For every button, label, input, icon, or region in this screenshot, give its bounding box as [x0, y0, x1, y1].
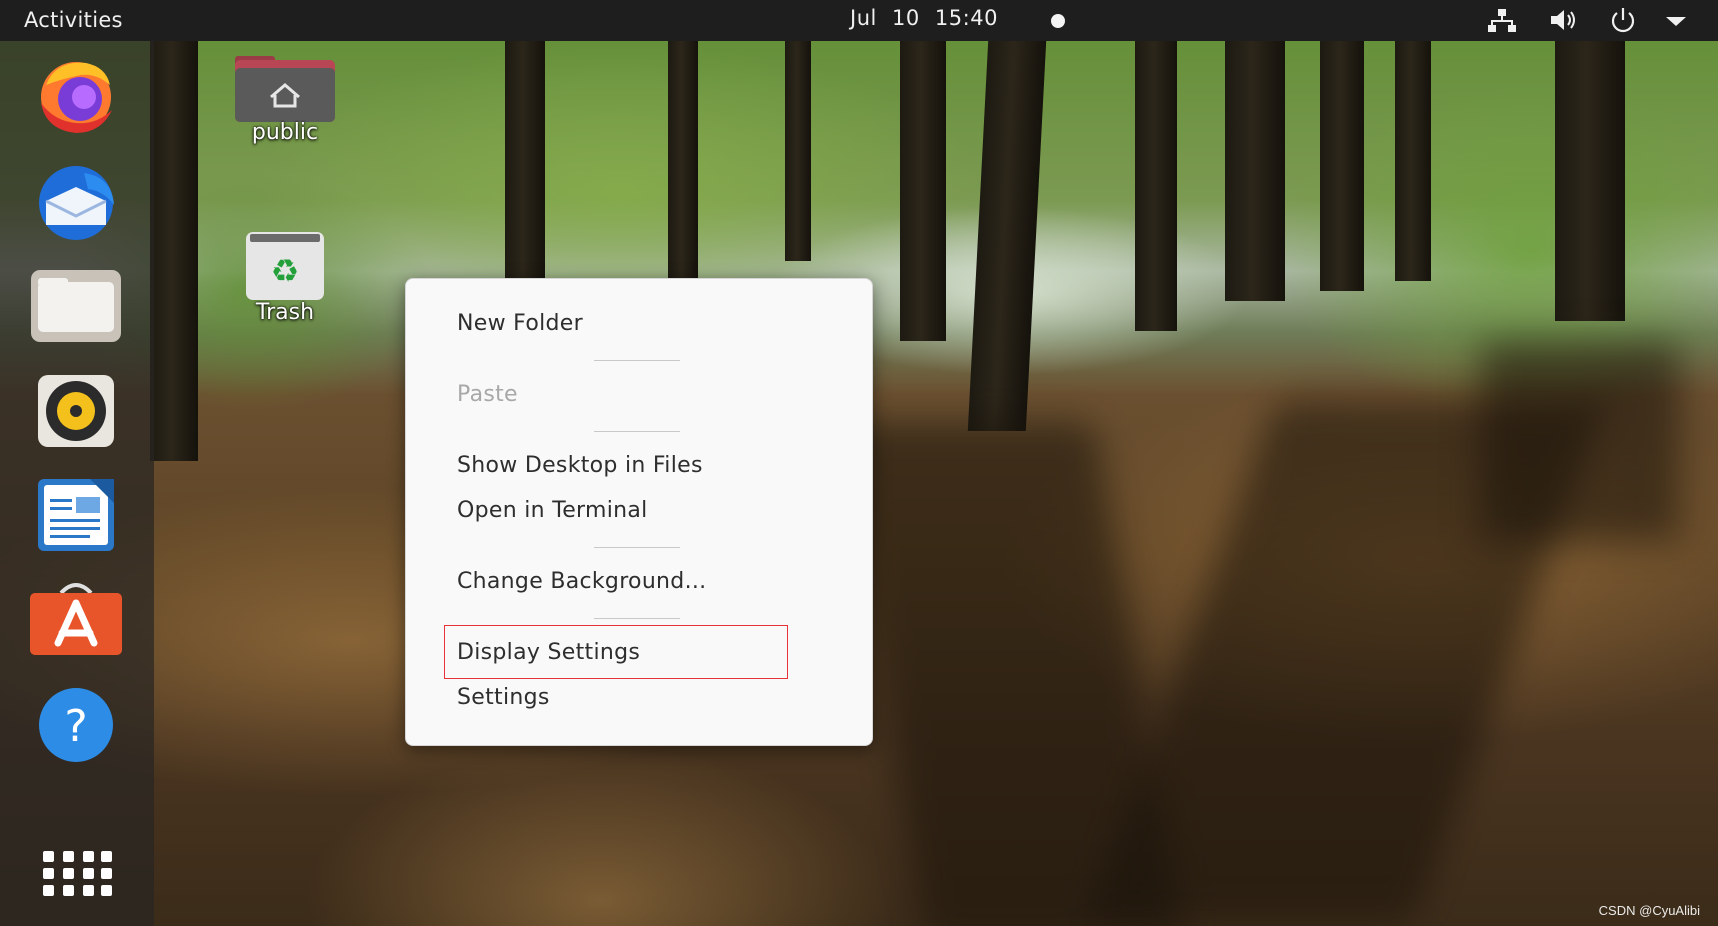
clock[interactable]: Jul 10 15:40 [850, 6, 998, 30]
tree-trunk [1320, 41, 1364, 291]
tree-trunk [1225, 41, 1285, 301]
trash-icon: ♻ [246, 232, 324, 300]
thunderbird-icon[interactable] [26, 161, 126, 241]
tree-trunk [1395, 41, 1431, 281]
watermark: CSDN @CyuAlibi [1598, 903, 1700, 918]
svg-text:♻: ♻ [271, 252, 300, 290]
desktop-icon-label: Trash [255, 300, 315, 325]
menu-item-display-settings[interactable]: Display Settings [457, 640, 640, 665]
menu-separator [594, 547, 680, 548]
svg-text:?: ? [64, 701, 87, 752]
help-icon[interactable]: ? [26, 683, 126, 763]
desktop-icon-public[interactable]: public [225, 54, 345, 154]
menu-item-open-in-terminal[interactable]: Open in Terminal [457, 498, 648, 523]
activities-button[interactable]: Activities [24, 8, 123, 32]
volume-icon[interactable] [1548, 6, 1580, 34]
tree-trunk [150, 41, 198, 461]
writer-icon[interactable] [26, 475, 126, 555]
power-icon[interactable] [1607, 6, 1639, 34]
files-icon[interactable] [26, 266, 126, 346]
tree-shadow [1480, 341, 1680, 541]
desktop-icon-label: public [251, 120, 319, 145]
software-center-icon[interactable] [26, 579, 126, 659]
notification-dot [1051, 14, 1065, 28]
apps-grid-icon[interactable] [41, 849, 113, 899]
menu-separator [594, 431, 680, 432]
menu-item-settings[interactable]: Settings [457, 685, 550, 710]
network-icon[interactable] [1486, 6, 1518, 34]
menu-arrow-icon[interactable] [1660, 6, 1692, 34]
tree-trunk [505, 41, 545, 291]
desktop-icon-trash[interactable]: ♻ Trash [225, 230, 345, 330]
firefox-icon[interactable] [26, 55, 126, 135]
menu-separator [594, 360, 680, 361]
desktop-context-menu: New Folder Paste Show Desktop in Files O… [405, 278, 873, 746]
tree-trunk [785, 41, 811, 261]
menu-item-change-background[interactable]: Change Background... [457, 569, 706, 594]
tree-trunk [900, 41, 946, 341]
dock: ? [0, 41, 154, 926]
menu-item-show-desktop-in-files[interactable]: Show Desktop in Files [457, 453, 703, 478]
menu-separator [594, 618, 680, 619]
menu-item-new-folder[interactable]: New Folder [457, 311, 583, 336]
rhythmbox-icon[interactable] [26, 371, 126, 451]
menu-item-paste[interactable]: Paste [457, 382, 518, 407]
tree-trunk [967, 41, 1047, 431]
tree-trunk [668, 41, 698, 281]
tree-trunk [1135, 41, 1177, 331]
tree-trunk [1555, 41, 1625, 321]
home-folder-icon [235, 56, 335, 122]
top-bar: Activities Jul 10 15:40 [0, 0, 1718, 41]
